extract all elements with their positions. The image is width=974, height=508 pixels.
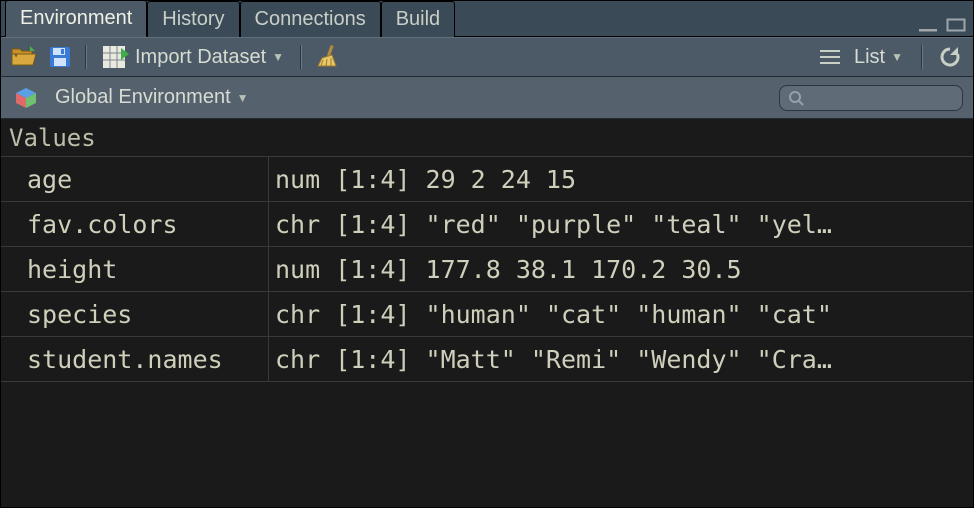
table-row[interactable]: fav.colors chr [1:4] "red" "purple" "tea… — [1, 202, 973, 247]
values-section-header: Values — [1, 119, 973, 157]
variable-name: species — [1, 292, 269, 336]
variable-name: fav.colors — [1, 202, 269, 246]
environment-scope-dropdown[interactable]: Global Environment ▼ — [49, 84, 255, 111]
grid-import-icon — [103, 42, 129, 72]
scope-bar: Global Environment ▼ — [1, 77, 973, 119]
toolbar-separator — [85, 45, 87, 69]
variable-name: student.names — [1, 337, 269, 381]
chevron-down-icon: ▼ — [237, 91, 249, 105]
section-header-label: Values — [9, 124, 96, 152]
environment-pane: Environment History Connections Build — [0, 0, 974, 508]
toolbar-separator — [921, 45, 923, 69]
import-dataset-label: Import Dataset — [135, 46, 266, 69]
table-row[interactable]: age num [1:4] 29 2 24 15 — [1, 157, 973, 202]
save-icon[interactable] — [45, 42, 75, 72]
tab-history[interactable]: History — [147, 1, 239, 37]
refresh-icon[interactable] — [935, 42, 965, 72]
table-row[interactable]: species chr [1:4] "human" "cat" "human" … — [1, 292, 973, 337]
tab-label: Build — [396, 8, 440, 30]
list-lines-icon — [820, 49, 840, 65]
view-mode-label: List — [854, 46, 885, 69]
environment-table: age num [1:4] 29 2 24 15 fav.colors chr … — [1, 157, 973, 507]
import-dataset-dropdown[interactable]: Import Dataset ▼ — [97, 40, 290, 74]
tab-build[interactable]: Build — [381, 1, 455, 37]
open-folder-icon[interactable] — [9, 42, 39, 72]
variable-value: chr [1:4] "Matt" "Remi" "Wendy" "Cra… — [269, 337, 973, 381]
tab-environment[interactable]: Environment — [5, 0, 147, 37]
toolbar: Import Dataset ▼ List — [1, 37, 973, 77]
tab-label: Connections — [255, 8, 366, 30]
view-mode-dropdown[interactable]: List ▼ — [848, 44, 909, 71]
tab-label: History — [162, 8, 224, 30]
environment-scope-label: Global Environment — [55, 86, 231, 109]
minimize-pane-icon[interactable] — [917, 16, 939, 32]
tab-label: Environment — [20, 7, 132, 29]
search-icon — [788, 90, 804, 106]
variable-value: chr [1:4] "human" "cat" "human" "cat" — [269, 292, 973, 336]
chevron-down-icon: ▼ — [272, 50, 284, 64]
variable-value: chr [1:4] "red" "purple" "teal" "yel… — [269, 202, 973, 246]
variable-value: num [1:4] 29 2 24 15 — [269, 157, 973, 201]
table-row[interactable]: student.names chr [1:4] "Matt" "Remi" "W… — [1, 337, 973, 382]
maximize-pane-icon[interactable] — [945, 16, 967, 32]
variable-value: num [1:4] 177.8 38.1 170.2 30.5 — [269, 247, 973, 291]
table-row[interactable]: height num [1:4] 177.8 38.1 170.2 30.5 — [1, 247, 973, 292]
variable-name: height — [1, 247, 269, 291]
search-input[interactable] — [779, 85, 963, 111]
broom-clear-icon[interactable] — [312, 42, 342, 72]
chevron-down-icon: ▼ — [891, 50, 903, 64]
variable-name: age — [1, 157, 269, 201]
pane-window-controls — [917, 16, 967, 32]
tab-connections[interactable]: Connections — [240, 1, 381, 37]
toolbar-separator — [300, 45, 302, 69]
environment-cube-icon — [11, 83, 41, 113]
tab-bar: Environment History Connections Build — [1, 1, 973, 37]
